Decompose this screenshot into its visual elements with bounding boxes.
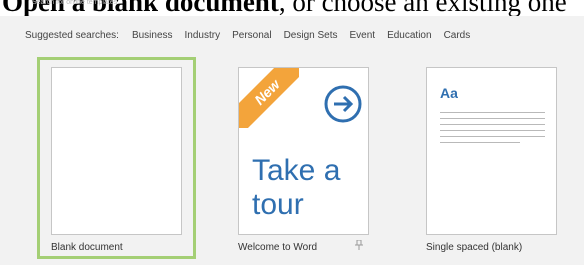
pin-icon[interactable] bbox=[355, 239, 363, 252]
new-badge-label: New bbox=[239, 68, 299, 128]
arrow-right-circle-icon bbox=[324, 85, 362, 123]
preview-line bbox=[440, 142, 520, 143]
search-input[interactable]: Search for online templates bbox=[32, 0, 392, 6]
blank-document-label: Blank document bbox=[51, 242, 123, 253]
templates-panel: Suggested searches: Business Industry Pe… bbox=[0, 16, 584, 265]
blank-document-thumbnail[interactable] bbox=[51, 67, 182, 235]
take-a-tour-text: Take a tour bbox=[252, 154, 340, 222]
suggested-searches: Suggested searches: Business Industry Pe… bbox=[25, 30, 482, 41]
preview-line bbox=[440, 130, 545, 131]
suggested-searches-label: Suggested searches: bbox=[25, 30, 119, 41]
suggested-link-cards[interactable]: Cards bbox=[444, 30, 471, 41]
welcome-to-word-thumbnail[interactable]: New Take a tour bbox=[238, 67, 369, 235]
page-heading-strip: Open a blank document, or choose an exis… bbox=[0, 0, 584, 16]
preview-line bbox=[440, 124, 545, 125]
single-spaced-thumbnail[interactable]: Aa bbox=[426, 67, 557, 235]
suggested-link-design-sets[interactable]: Design Sets bbox=[284, 30, 338, 41]
tour-line-1: Take a bbox=[252, 154, 341, 187]
welcome-to-word-label: Welcome to Word bbox=[238, 242, 318, 253]
preview-line bbox=[440, 118, 545, 119]
new-badge: New bbox=[239, 68, 299, 128]
suggested-link-event[interactable]: Event bbox=[350, 30, 376, 41]
single-spaced-label: Single spaced (blank) bbox=[426, 242, 523, 253]
suggested-link-industry[interactable]: Industry bbox=[185, 30, 221, 41]
preview-heading: Aa bbox=[440, 85, 458, 101]
tour-line-2: tour bbox=[252, 188, 304, 221]
suggested-link-education[interactable]: Education bbox=[387, 30, 431, 41]
preview-line bbox=[440, 112, 545, 113]
suggested-link-business[interactable]: Business bbox=[132, 30, 173, 41]
preview-line bbox=[440, 136, 545, 137]
suggested-link-personal[interactable]: Personal bbox=[232, 30, 271, 41]
